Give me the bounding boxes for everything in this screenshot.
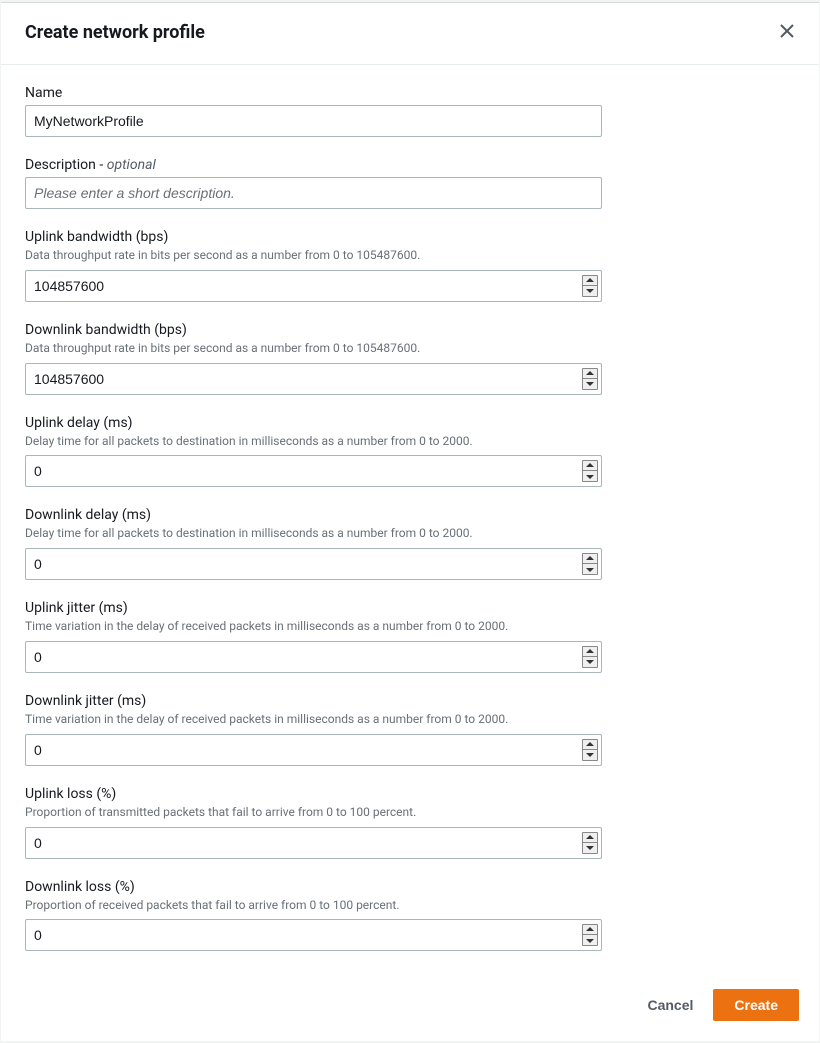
downlink-delay-stepper <box>582 553 598 575</box>
name-field-group: Name <box>25 85 795 137</box>
stepper-up-button[interactable] <box>583 554 597 564</box>
description-input[interactable] <box>25 177 602 209</box>
downlink-loss-input[interactable] <box>25 919 602 951</box>
cancel-button[interactable]: Cancel <box>639 989 701 1021</box>
uplink-jitter-label: Uplink jitter (ms) <box>25 600 795 616</box>
uplink-jitter-input[interactable] <box>25 641 602 673</box>
chevron-down-icon <box>586 752 594 757</box>
downlink-jitter-stepper <box>582 739 598 761</box>
chevron-up-icon <box>586 278 594 283</box>
modal-title: Create network profile <box>25 22 205 43</box>
chevron-up-icon <box>586 556 594 561</box>
close-icon <box>779 23 795 42</box>
stepper-up-button[interactable] <box>583 925 597 935</box>
uplink-bandwidth-input[interactable] <box>25 270 602 302</box>
downlink-loss-field-group: Downlink loss (%) Proportion of received… <box>25 879 795 952</box>
downlink-bandwidth-field-group: Downlink bandwidth (bps) Data throughput… <box>25 322 795 395</box>
chevron-up-icon <box>586 371 594 376</box>
chevron-up-icon <box>586 649 594 654</box>
stepper-down-button[interactable] <box>583 750 597 760</box>
uplink-bandwidth-stepper <box>582 275 598 297</box>
stepper-up-button[interactable] <box>583 461 597 471</box>
stepper-down-button[interactable] <box>583 471 597 481</box>
stepper-up-button[interactable] <box>583 740 597 750</box>
uplink-loss-input[interactable] <box>25 827 602 859</box>
chevron-down-icon <box>586 845 594 850</box>
modal-footer: Cancel Create <box>1 973 819 1041</box>
uplink-loss-field-group: Uplink loss (%) Proportion of transmitte… <box>25 786 795 859</box>
create-button[interactable]: Create <box>713 989 799 1021</box>
uplink-delay-input[interactable] <box>25 455 602 487</box>
downlink-jitter-help: Time variation in the delay of received … <box>25 711 795 728</box>
uplink-delay-label: Uplink delay (ms) <box>25 415 795 431</box>
uplink-jitter-stepper <box>582 646 598 668</box>
downlink-loss-help: Proportion of received packets that fail… <box>25 897 795 914</box>
downlink-jitter-field-group: Downlink jitter (ms) Time variation in t… <box>25 693 795 766</box>
uplink-delay-help: Delay time for all packets to destinatio… <box>25 433 795 450</box>
stepper-up-button[interactable] <box>583 833 597 843</box>
uplink-loss-help: Proportion of transmitted packets that f… <box>25 804 795 821</box>
stepper-down-button[interactable] <box>583 564 597 574</box>
modal-body: Name Description - optional Uplink bandw… <box>1 65 819 973</box>
stepper-down-button[interactable] <box>583 843 597 853</box>
stepper-down-button[interactable] <box>583 286 597 296</box>
uplink-loss-label: Uplink loss (%) <box>25 786 795 802</box>
downlink-delay-field-group: Downlink delay (ms) Delay time for all p… <box>25 507 795 580</box>
name-input[interactable] <box>25 105 602 137</box>
close-button[interactable] <box>775 19 799 46</box>
chevron-up-icon <box>586 927 594 932</box>
downlink-jitter-input[interactable] <box>25 734 602 766</box>
description-label: Description - optional <box>25 157 795 173</box>
downlink-bandwidth-label: Downlink bandwidth (bps) <box>25 322 795 338</box>
uplink-bandwidth-help: Data throughput rate in bits per second … <box>25 247 795 264</box>
downlink-bandwidth-input[interactable] <box>25 363 602 395</box>
stepper-down-button[interactable] <box>583 935 597 945</box>
chevron-up-icon <box>586 835 594 840</box>
stepper-down-button[interactable] <box>583 657 597 667</box>
downlink-delay-label: Downlink delay (ms) <box>25 507 795 523</box>
downlink-jitter-label: Downlink jitter (ms) <box>25 693 795 709</box>
uplink-delay-stepper <box>582 460 598 482</box>
stepper-up-button[interactable] <box>583 369 597 379</box>
chevron-down-icon <box>586 659 594 664</box>
uplink-loss-stepper <box>582 832 598 854</box>
stepper-up-button[interactable] <box>583 276 597 286</box>
chevron-down-icon <box>586 381 594 386</box>
uplink-bandwidth-field-group: Uplink bandwidth (bps) Data throughput r… <box>25 229 795 302</box>
downlink-loss-label: Downlink loss (%) <box>25 879 795 895</box>
create-network-profile-modal: Create network profile Name Description … <box>1 2 819 1041</box>
chevron-up-icon <box>586 742 594 747</box>
chevron-down-icon <box>586 938 594 943</box>
description-field-group: Description - optional <box>25 157 795 209</box>
downlink-delay-input[interactable] <box>25 548 602 580</box>
downlink-bandwidth-stepper <box>582 368 598 390</box>
stepper-up-button[interactable] <box>583 647 597 657</box>
chevron-down-icon <box>586 567 594 572</box>
chevron-down-icon <box>586 474 594 479</box>
stepper-down-button[interactable] <box>583 379 597 389</box>
uplink-delay-field-group: Uplink delay (ms) Delay time for all pac… <box>25 415 795 488</box>
downlink-bandwidth-help: Data throughput rate in bits per second … <box>25 340 795 357</box>
uplink-bandwidth-label: Uplink bandwidth (bps) <box>25 229 795 245</box>
uplink-jitter-field-group: Uplink jitter (ms) Time variation in the… <box>25 600 795 673</box>
chevron-up-icon <box>586 463 594 468</box>
chevron-down-icon <box>586 288 594 293</box>
name-label: Name <box>25 85 795 101</box>
modal-header: Create network profile <box>1 3 819 65</box>
downlink-delay-help: Delay time for all packets to destinatio… <box>25 525 795 542</box>
uplink-jitter-help: Time variation in the delay of received … <box>25 618 795 635</box>
downlink-loss-stepper <box>582 924 598 946</box>
